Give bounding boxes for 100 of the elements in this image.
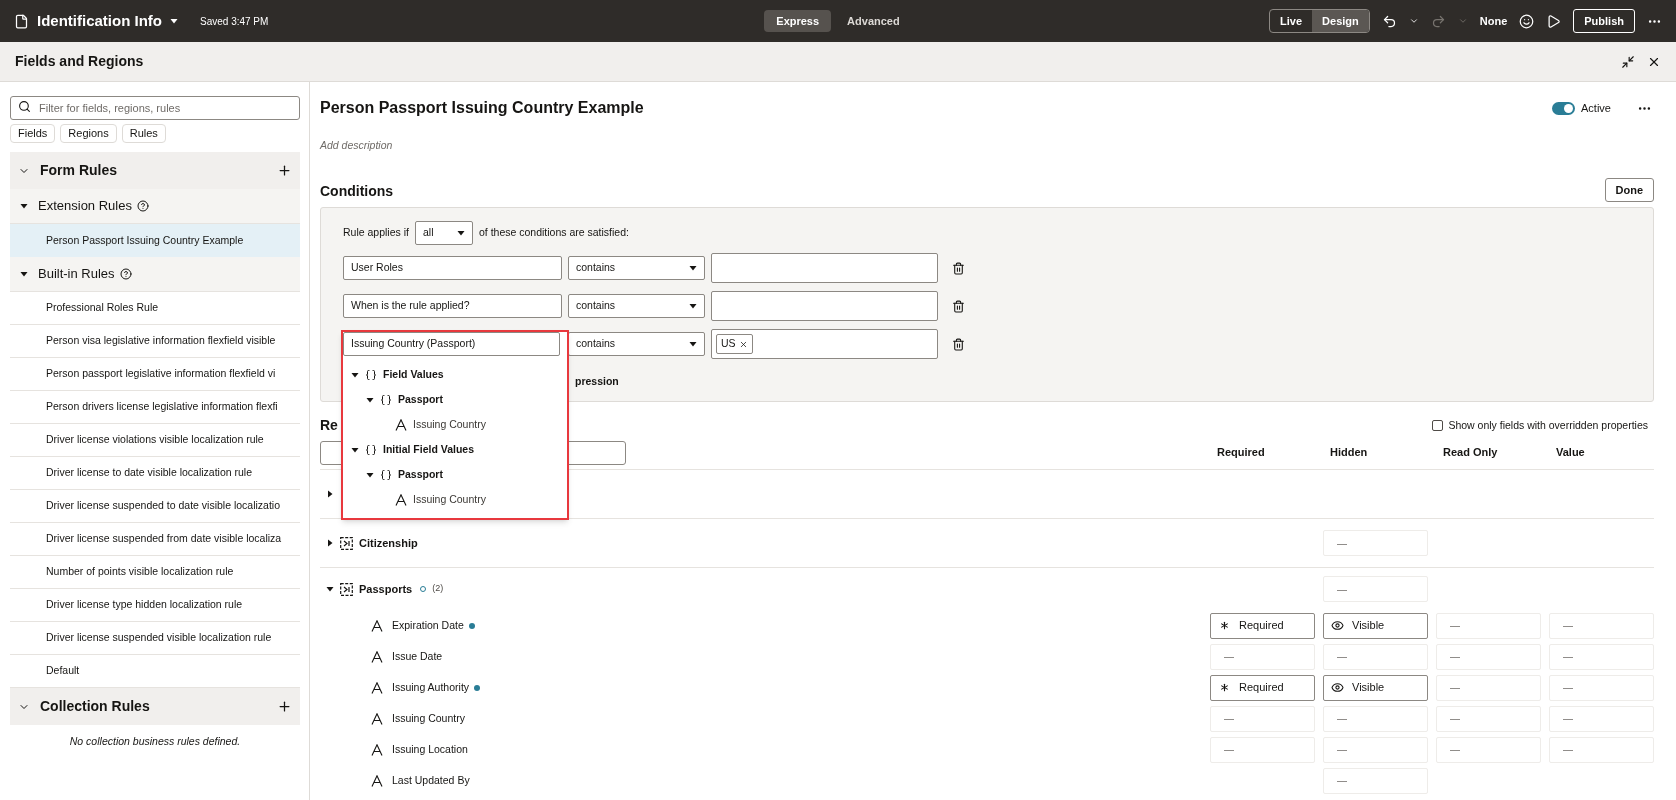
publish-button[interactable]: Publish xyxy=(1573,9,1635,33)
tree-group-item[interactable]: Initial Field Values xyxy=(343,437,567,462)
caret-icon[interactable] xyxy=(326,539,334,547)
section-header[interactable]: Form Rules xyxy=(10,152,300,189)
group-title: Built-in Rules xyxy=(38,265,115,284)
caret-icon[interactable] xyxy=(20,202,28,210)
operator-select[interactable]: contains xyxy=(568,332,705,356)
tree-group-item[interactable]: Passport xyxy=(343,462,567,487)
property-cell[interactable]: — xyxy=(1323,576,1428,602)
operator-select[interactable]: contains xyxy=(568,256,705,280)
visibility-button[interactable]: Visible xyxy=(1323,674,1428,701)
property-cell[interactable]: — xyxy=(1323,705,1428,732)
delete-icon[interactable] xyxy=(952,261,965,275)
value-input[interactable] xyxy=(711,291,938,321)
property-cell[interactable]: — xyxy=(1323,767,1428,794)
caret-icon[interactable] xyxy=(366,470,374,479)
property-cell[interactable]: — xyxy=(1549,674,1654,701)
property-cell[interactable]: — xyxy=(1323,530,1428,556)
tree-group-item[interactable]: Field Values xyxy=(343,362,567,387)
caret-icon[interactable] xyxy=(1408,16,1419,26)
property-cell[interactable]: — xyxy=(1436,643,1541,670)
help-icon[interactable] xyxy=(136,200,149,212)
rule-item[interactable]: Number of points visible localization rule xyxy=(10,556,300,589)
rule-item[interactable]: Person Passport Issuing Country Example xyxy=(10,224,300,257)
operator-select[interactable]: contains xyxy=(568,294,705,318)
mode-tab[interactable]: Advanced xyxy=(835,10,912,32)
property-cell[interactable]: — xyxy=(1436,705,1541,732)
required-button[interactable]: Required xyxy=(1210,674,1315,701)
caret-icon[interactable] xyxy=(326,585,334,593)
property-cell[interactable]: — xyxy=(1436,674,1541,701)
search-field[interactable]: Filter for fields, regions, rules xyxy=(10,96,300,120)
caret-icon[interactable] xyxy=(351,445,359,454)
preview-icon[interactable] xyxy=(1546,13,1562,29)
field-input[interactable]: When is the rule applied? xyxy=(343,294,562,318)
collapse-icon[interactable] xyxy=(1621,54,1635,69)
view-tab[interactable]: Design xyxy=(1312,10,1369,32)
caret-icon[interactable] xyxy=(351,370,359,379)
dropdown-caret-icon[interactable] xyxy=(689,302,697,310)
section-header[interactable]: Collection Rules xyxy=(10,688,300,725)
active-toggle[interactable] xyxy=(1552,101,1576,115)
tree-group-item[interactable]: Passport xyxy=(343,387,567,412)
dropdown-caret-icon[interactable] xyxy=(689,264,697,272)
delete-icon[interactable] xyxy=(952,299,965,313)
done-button[interactable]: Done xyxy=(1604,178,1654,202)
property-cell[interactable]: — xyxy=(1323,643,1428,670)
property-cell[interactable]: — xyxy=(1436,612,1541,639)
filter-chip[interactable]: Rules xyxy=(121,124,166,143)
property-cell[interactable]: — xyxy=(1549,643,1654,670)
mode-tab[interactable]: Express xyxy=(764,10,832,32)
checkbox[interactable] xyxy=(1432,420,1444,431)
rule-item[interactable]: Driver license suspended visible localization rule xyxy=(10,622,300,655)
caret-icon[interactable] xyxy=(326,490,334,498)
required-button[interactable]: Required xyxy=(1210,612,1315,639)
caret-icon[interactable] xyxy=(20,270,28,278)
property-cell[interactable]: — xyxy=(1549,705,1654,732)
dropdown-caret-icon[interactable] xyxy=(689,340,697,348)
property-cell[interactable]: — xyxy=(1549,612,1654,639)
smiley-icon[interactable] xyxy=(1519,13,1535,29)
property-cell[interactable]: — xyxy=(1549,736,1654,763)
visibility-button[interactable]: Visible xyxy=(1323,612,1428,639)
group-header[interactable]: Built-in Rules xyxy=(10,257,300,292)
title-caret-icon[interactable] xyxy=(170,17,178,25)
property-cell[interactable]: — xyxy=(1210,736,1315,763)
view-tab[interactable]: Live xyxy=(1270,10,1313,32)
add-expression-link[interactable]: pression xyxy=(575,374,619,390)
tree-field-item[interactable]: Issuing Country xyxy=(343,412,567,437)
field-input[interactable]: User Roles xyxy=(343,256,562,280)
property-cell[interactable]: — xyxy=(1323,736,1428,763)
delete-icon[interactable] xyxy=(952,337,965,351)
rule-item[interactable]: Driver license to date visible localization rule xyxy=(10,457,300,490)
description-field[interactable]: Add description xyxy=(320,139,393,151)
rule-item[interactable]: Person visa legislative information flexfield visible xyxy=(10,325,300,358)
rule-item[interactable]: Person passport legislative information flexfield vi xyxy=(10,358,300,391)
value-input[interactable] xyxy=(711,253,938,283)
rule-item[interactable]: Person drivers license legislative information flexfi xyxy=(10,391,300,424)
property-cell[interactable]: — xyxy=(1210,705,1315,732)
property-cell[interactable]: — xyxy=(1210,643,1315,670)
match-prefix: Rule applies if xyxy=(343,225,409,241)
add-icon[interactable] xyxy=(277,163,292,178)
remove-icon[interactable] xyxy=(738,339,748,349)
filter-chip[interactable]: Fields xyxy=(10,124,56,143)
match-select[interactable]: all xyxy=(414,221,473,245)
undo-icon[interactable] xyxy=(1381,13,1397,29)
value-input[interactable]: US xyxy=(711,329,938,359)
tree-field-item[interactable]: Issuing Country xyxy=(343,487,567,512)
group-header[interactable]: Extension Rules xyxy=(10,189,300,224)
value-tag: US xyxy=(716,334,753,354)
rule-item[interactable]: Driver license type hidden localization rule xyxy=(10,589,300,622)
field-input[interactable]: Issuing Country (Passport) xyxy=(343,332,560,356)
layout-label[interactable]: None xyxy=(1479,12,1508,30)
caret-icon[interactable] xyxy=(366,395,374,404)
rule-item[interactable]: Driver license suspended from date visible localiza xyxy=(10,523,300,556)
property-cell[interactable]: — xyxy=(1436,736,1541,763)
add-icon[interactable] xyxy=(277,699,292,714)
help-icon[interactable] xyxy=(119,268,132,280)
rule-item[interactable]: Driver license violations visible localization rule xyxy=(10,424,300,457)
filter-chip[interactable]: Regions xyxy=(60,124,117,143)
rule-item[interactable]: Driver license suspended to date visible localizatio xyxy=(10,490,300,523)
dropdown-caret-icon[interactable] xyxy=(456,229,465,237)
rule-item[interactable]: Professional Roles Rule xyxy=(10,292,300,325)
